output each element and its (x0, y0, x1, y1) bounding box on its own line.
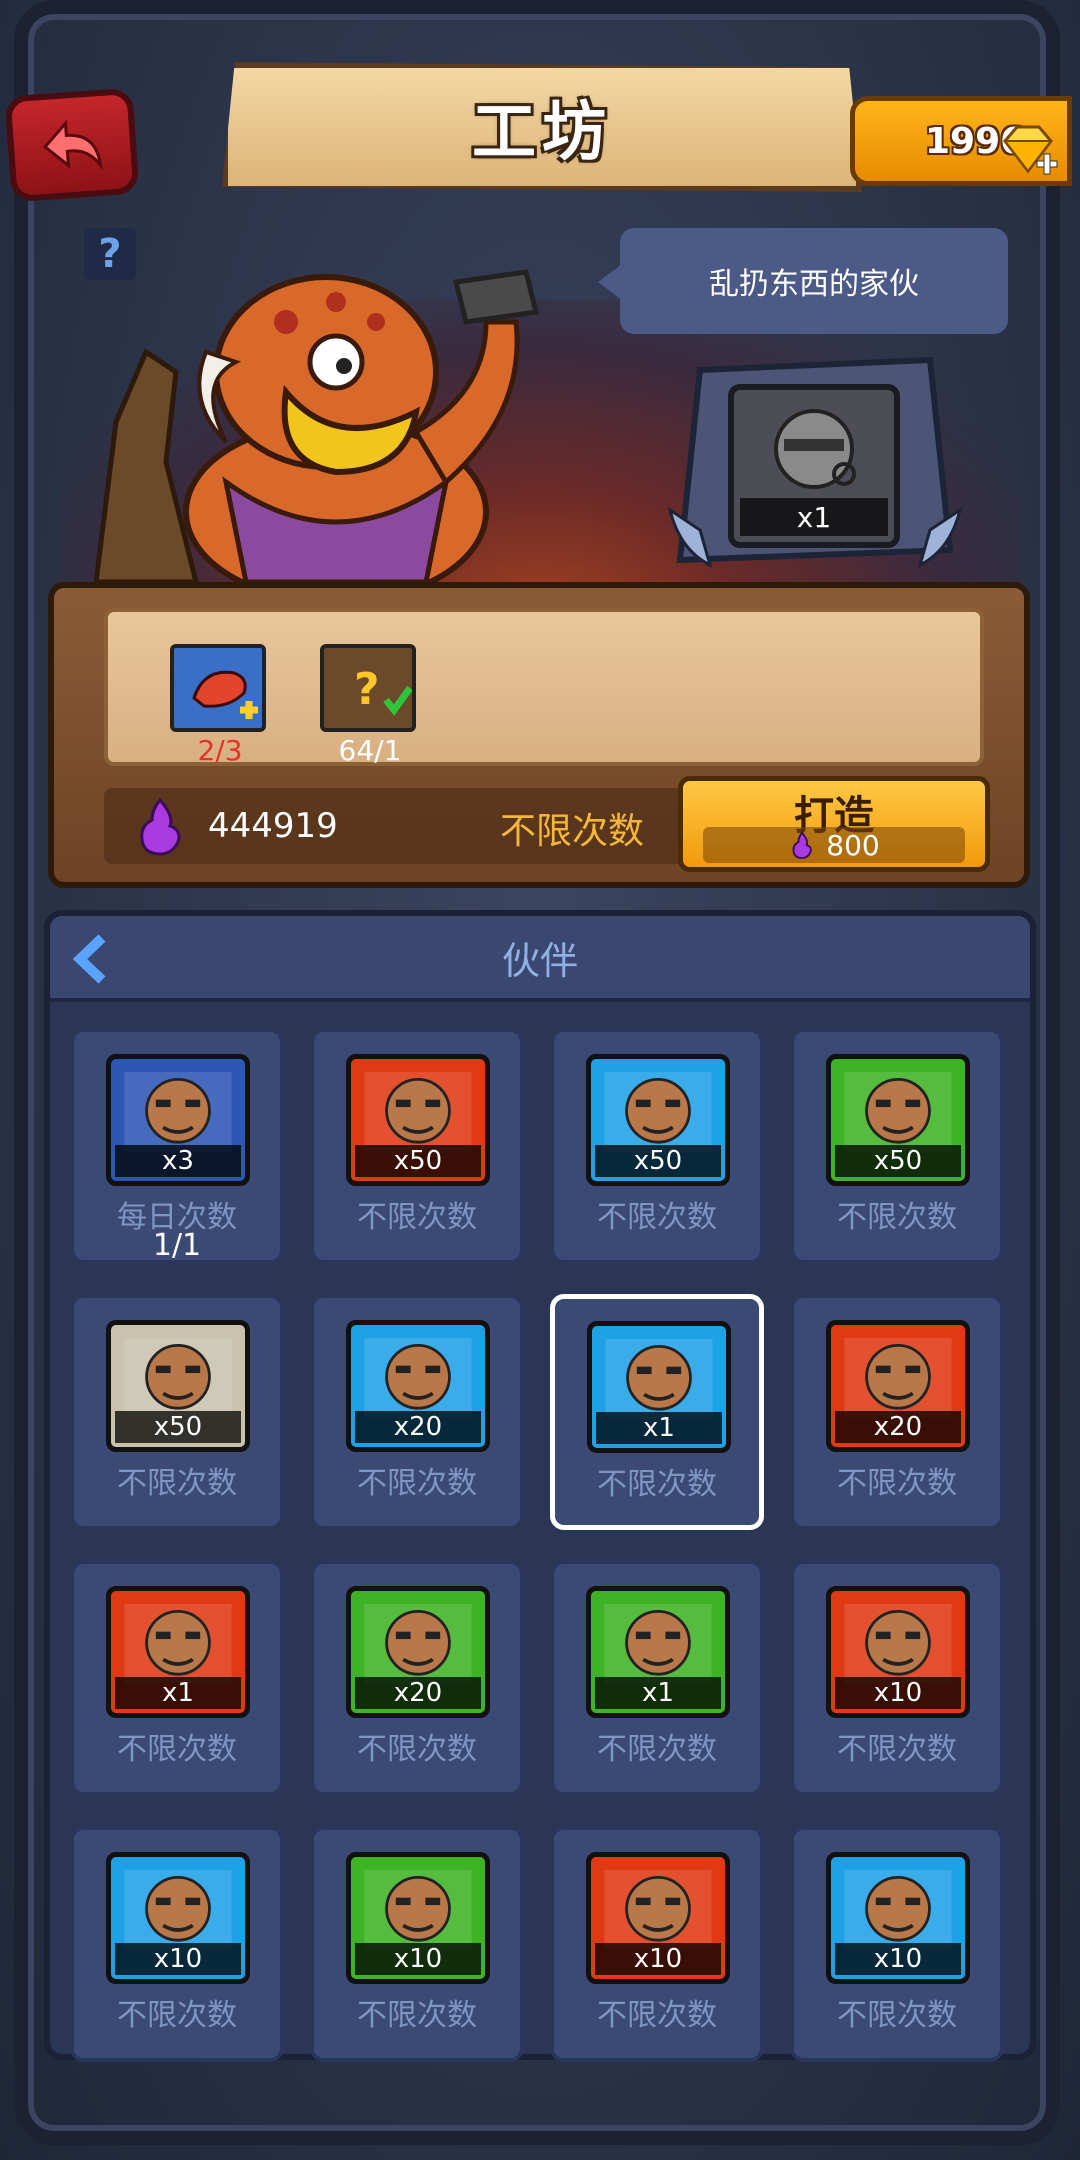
partner-piece-count: x10 (595, 1943, 721, 1975)
partner-limit-label: 不限次数 (597, 1732, 717, 1767)
partner-piece-count: x10 (355, 1943, 481, 1975)
partner-piece-count: x3 (115, 1145, 241, 1177)
partner-piece-count: x50 (355, 1145, 481, 1177)
currency-value: 444919 (208, 806, 338, 846)
partner-card[interactable]: x50 不限次数 (310, 1028, 524, 1264)
partner-title: 伙伴 (501, 938, 578, 983)
material-count-1: 2/3 (197, 734, 243, 767)
speech-text: 乱扔东西的家伙 (709, 267, 919, 302)
partner-limit-label: 不限次数 (837, 1466, 957, 1501)
gem-counter[interactable]: 1996 (850, 96, 1072, 186)
craft-limit-label: 不限次数 (500, 811, 645, 852)
partner-card[interactable]: x10 不限次数 (790, 1560, 1004, 1796)
partner-limit-label: 不限次数 (597, 1200, 717, 1235)
partner-limit-label: 不限次数 (357, 1732, 477, 1767)
partner-card[interactable]: x20 不限次数 (790, 1294, 1004, 1530)
partner-piece-count: x10 (835, 1943, 961, 1975)
partner-piece-count: x1 (596, 1412, 722, 1444)
target-piece-count: x1 (740, 498, 888, 536)
partner-piece-icon: x50 (106, 1320, 250, 1452)
target-piece-slot[interactable]: x1 (728, 384, 900, 548)
partner-piece-icon: x3 (106, 1054, 250, 1186)
partner-piece-count: x50 (835, 1145, 961, 1177)
partner-piece-icon: x50 (346, 1054, 490, 1186)
partner-card[interactable]: x20 不限次数 (310, 1560, 524, 1796)
craft-cost-row: 800 (703, 827, 965, 863)
back-arrow-icon (42, 119, 103, 171)
partner-piece-icon: x50 (826, 1054, 970, 1186)
speech-bubble: 乱扔东西的家伙 (598, 228, 1008, 334)
material-slot-2[interactable]: ? 64/1 (320, 644, 420, 767)
partner-card[interactable]: x10 不限次数 (790, 1826, 1004, 2062)
partner-card[interactable]: x3 每日次数 1/1 (70, 1028, 284, 1264)
partner-limit-label: 不限次数 (837, 1732, 957, 1767)
partner-piece-count: x20 (355, 1677, 481, 1709)
partner-card[interactable]: x50 不限次数 (550, 1028, 764, 1264)
partner-panel: 伙伴 x3 每日次数 1/1 x50 不限次数 x50 不限次数 x50 不限次数 x50 不限次数… (44, 910, 1036, 2062)
partner-limit-label: 不限次数 (837, 1998, 957, 2033)
svg-text:?: ? (354, 664, 380, 715)
partner-piece-icon: x10 (586, 1852, 730, 1984)
title-banner: 工坊 (222, 62, 862, 192)
partner-piece-icon: x10 (106, 1852, 250, 1984)
craft-cost: 800 (826, 828, 880, 862)
partner-card[interactable]: x50 不限次数 (70, 1294, 284, 1530)
partner-limit-label: 不限次数 (357, 1466, 477, 1501)
partner-piece-icon: x1 (587, 1321, 731, 1453)
partner-piece-icon: x1 (586, 1586, 730, 1718)
material-count-2: 64/1 (338, 734, 402, 767)
partner-piece-count: x10 (835, 1677, 961, 1709)
purple-flame-icon (140, 797, 181, 856)
target-piece-pedestal: x1 (660, 350, 970, 590)
partner-limit-label: 不限次数 (597, 1467, 717, 1502)
material-slot-1[interactable]: 2/3 (170, 644, 270, 767)
page-title: 工坊 (472, 96, 612, 170)
partner-limit-label: 不限次数 (357, 1200, 477, 1235)
craft-button[interactable]: 打造 800 (678, 776, 990, 872)
mystery-piece-icon: ? (320, 644, 416, 732)
partner-limit-label: 不限次数 (357, 1998, 477, 2033)
partner-piece-count: x20 (355, 1411, 481, 1443)
diamond-plus-icon (1002, 125, 1058, 175)
partner-piece-count: x1 (115, 1677, 241, 1709)
partner-card[interactable]: x1 不限次数 (550, 1294, 764, 1530)
blacksmith-character-icon (93, 269, 540, 592)
purple-flame-small-icon (792, 831, 813, 859)
partner-piece-icon: x1 (106, 1586, 250, 1718)
shrimp-glyph-icon (192, 670, 258, 719)
partner-piece-icon: x20 (346, 1586, 490, 1718)
partner-card[interactable]: x10 不限次数 (550, 1826, 764, 2062)
partner-piece-icon: x10 (346, 1852, 490, 1984)
partner-piece-count: x1 (595, 1677, 721, 1709)
partner-card[interactable]: x20 不限次数 (310, 1294, 524, 1530)
partner-piece-icon: x50 (586, 1054, 730, 1186)
partner-limit-label: 不限次数 (837, 1200, 957, 1235)
partner-piece-icon: x10 (826, 1852, 970, 1984)
partner-piece-icon: x20 (346, 1320, 490, 1452)
partner-limit-label: 不限次数 (117, 1732, 237, 1767)
partner-piece-count: x20 (835, 1411, 961, 1443)
partner-limit-label: 不限次数 (117, 1466, 237, 1501)
question-piece-glyph-icon: ? (354, 664, 413, 716)
partner-daily-count: 1/1 (152, 1228, 202, 1263)
partner-limit-label: 不限次数 (597, 1998, 717, 2033)
partner-card[interactable]: x10 不限次数 (310, 1826, 524, 2062)
craft-panel: 2/3 ? 64/1 444919 不限次数 打造 800 (48, 582, 1030, 888)
collapse-arrow-icon[interactable] (72, 934, 112, 984)
partner-header: 伙伴 (50, 916, 1030, 1002)
partner-piece-icon: x20 (826, 1320, 970, 1452)
materials-scroll: 2/3 ? 64/1 (104, 608, 984, 767)
partner-piece-count: x50 (595, 1145, 721, 1177)
partner-piece-count: x50 (115, 1411, 241, 1443)
partner-limit-label: 不限次数 (117, 1998, 237, 2033)
partner-card[interactable]: x1 不限次数 (70, 1560, 284, 1796)
partner-piece-icon: x10 (826, 1586, 970, 1718)
shrimp-icon (170, 644, 266, 732)
partner-card[interactable]: x10 不限次数 (70, 1826, 284, 2062)
partner-card[interactable]: x1 不限次数 (550, 1560, 764, 1796)
back-button[interactable] (4, 87, 140, 203)
partner-piece-count: x10 (115, 1943, 241, 1975)
partner-card[interactable]: x50 不限次数 (790, 1028, 1004, 1264)
locked-partner-piece-icon (774, 409, 856, 489)
